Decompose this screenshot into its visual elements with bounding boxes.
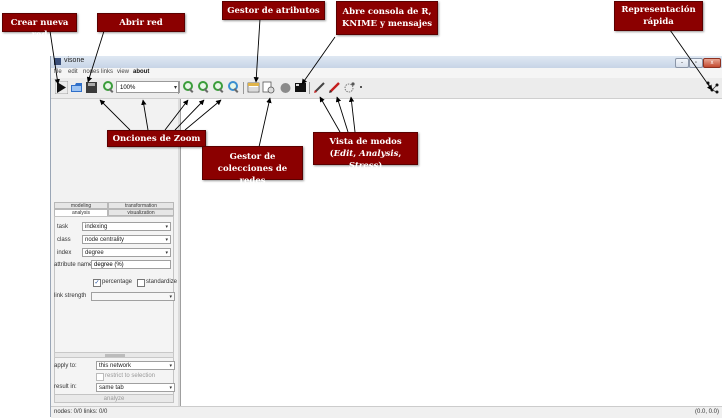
callout-gestor-colecciones: Gestor de colecciones de redes bbox=[202, 146, 303, 186]
tab-modeling[interactable]: modeling bbox=[54, 202, 108, 209]
percentage-label: percentage bbox=[102, 279, 133, 285]
callout-consola-line1: Abre consola de R, bbox=[342, 7, 432, 17]
apply-to-select[interactable]: this network ▾ bbox=[96, 361, 175, 370]
zoom-icon[interactable] bbox=[103, 81, 114, 93]
toolbar: 100% ▾ bbox=[51, 78, 722, 99]
standardize-checkbox[interactable] bbox=[137, 279, 145, 287]
toolbar-divider bbox=[309, 82, 310, 94]
edit-mode-icon[interactable] bbox=[313, 81, 326, 94]
result-in-label: result in: bbox=[54, 384, 77, 390]
apply-to-label: apply to: bbox=[54, 363, 77, 369]
callout-colecciones-line2: colecciones de redes bbox=[217, 164, 288, 186]
toolbar-divider bbox=[243, 82, 244, 94]
restrict-label: restrict to selection bbox=[105, 373, 156, 379]
link-strength-label: link strength bbox=[54, 293, 87, 299]
attribute-manager-icon[interactable] bbox=[247, 81, 260, 94]
menu-bar: file edit nodes links view about bbox=[51, 68, 722, 78]
menu-edit[interactable]: edit bbox=[68, 69, 78, 75]
zoom-out-icon[interactable] bbox=[198, 81, 209, 93]
callout-crear-nueva-red: Crear nueva red bbox=[2, 13, 77, 40]
callout-representacion-line1: Representación bbox=[621, 5, 696, 15]
scrollbar-thumb[interactable] bbox=[105, 354, 125, 357]
chevron-down-icon: ▾ bbox=[165, 224, 168, 230]
restrict-checkbox[interactable] bbox=[96, 373, 104, 381]
quick-layout-icon[interactable] bbox=[706, 81, 719, 94]
callout-modos-suffix: ) bbox=[378, 161, 383, 171]
callout-gestor-atributos: Gestor de atributos bbox=[222, 1, 325, 20]
toolbar-overflow-dot bbox=[360, 86, 362, 88]
index-label: index bbox=[57, 250, 72, 256]
zoom-level-select[interactable]: 100% ▾ bbox=[116, 81, 180, 93]
task-label: task bbox=[57, 224, 69, 230]
callout-abrir-red: Abrir red bbox=[97, 13, 185, 32]
standardize-label: standardize bbox=[146, 279, 178, 285]
attribute-name-field[interactable]: degree (%) bbox=[91, 260, 171, 269]
zoom-in-icon[interactable] bbox=[183, 81, 194, 93]
result-in-select[interactable]: same tab ▾ bbox=[96, 383, 175, 392]
index-value: degree bbox=[85, 250, 104, 256]
menu-about[interactable]: about bbox=[133, 69, 149, 75]
chevron-down-icon: ▾ bbox=[173, 85, 177, 91]
callout-opciones-zoom: Onciones de Zoom bbox=[107, 130, 206, 147]
menu-links[interactable]: links bbox=[101, 69, 113, 75]
menu-nodes[interactable]: nodes bbox=[83, 69, 99, 75]
chevron-down-icon: ▾ bbox=[165, 250, 168, 256]
class-select[interactable]: node centrality ▾ bbox=[82, 235, 171, 244]
analyze-button[interactable]: analyze bbox=[54, 394, 174, 403]
apply-to-value: this network bbox=[99, 363, 132, 369]
chevron-down-icon: ▾ bbox=[169, 363, 172, 369]
toolbar-divider bbox=[178, 82, 179, 94]
save-icon[interactable] bbox=[85, 81, 98, 94]
open-network-icon[interactable] bbox=[70, 81, 83, 94]
tab-analysis[interactable]: analysis bbox=[54, 209, 108, 216]
app-icon bbox=[54, 58, 61, 65]
status-coordinates: (0.0, 0.0) bbox=[695, 409, 720, 415]
status-bar: nodes: 0/0 links: 0/0 (0.0, 0.0) bbox=[51, 406, 722, 418]
class-value: node centrality bbox=[85, 237, 125, 243]
zoom-fit-icon[interactable] bbox=[213, 81, 224, 93]
result-in-value: same tab bbox=[99, 385, 124, 391]
callout-consola-line2: KNIME y mensajes bbox=[341, 19, 433, 29]
tab-visualization[interactable]: visualization bbox=[108, 209, 174, 216]
close-button[interactable]: x bbox=[703, 58, 721, 68]
status-counts: nodes: 0/0 links: 0/0 bbox=[54, 409, 108, 415]
task-value: indexing bbox=[85, 224, 108, 230]
analysis-mode-icon[interactable] bbox=[328, 81, 341, 94]
callout-modos-sep2: , bbox=[398, 149, 402, 159]
callout-modos-edit: Edit bbox=[333, 149, 354, 159]
callout-modos-analysis: Analysis bbox=[359, 149, 399, 159]
link-strength-select[interactable]: ▾ bbox=[91, 292, 175, 301]
tab-transformation[interactable]: transformation bbox=[108, 202, 174, 209]
callout-colecciones-line1: Gestor de bbox=[229, 152, 276, 162]
callout-consola: Abre consola de R, KNIME y mensajes bbox=[336, 1, 438, 35]
network-collection-icon[interactable] bbox=[262, 81, 275, 94]
minimize-button[interactable]: - bbox=[675, 58, 689, 68]
callout-modos-stress: Stress bbox=[348, 161, 379, 171]
r-console-icon[interactable] bbox=[279, 81, 292, 94]
horizontal-scrollbar[interactable] bbox=[54, 352, 174, 358]
callout-vista-modos: Vista de modos (Edit, Analysis, Stress) bbox=[313, 132, 418, 171]
class-label: class bbox=[57, 237, 71, 243]
zoom-area-icon[interactable] bbox=[228, 81, 239, 93]
callout-representacion-line2: rápida bbox=[643, 17, 674, 27]
menu-file[interactable]: file bbox=[54, 69, 62, 75]
callout-representacion-rapida: Representación rápida bbox=[614, 1, 703, 31]
visone-window: visone - ▫ x file edit nodes links view … bbox=[50, 56, 722, 418]
title-bar: visone - ▫ x bbox=[51, 56, 722, 68]
percentage-checkbox[interactable]: ✓ bbox=[93, 279, 101, 287]
zoom-level-value: 100% bbox=[120, 85, 136, 91]
chevron-down-icon: ▾ bbox=[165, 237, 168, 243]
maximize-button[interactable]: ▫ bbox=[689, 58, 703, 68]
chevron-down-icon: ▾ bbox=[169, 294, 172, 300]
chevron-down-icon: ▾ bbox=[169, 385, 172, 391]
attribute-name-label: attribute name bbox=[54, 262, 93, 268]
index-select[interactable]: degree ▾ bbox=[82, 248, 171, 257]
terminal-icon[interactable] bbox=[294, 81, 307, 94]
window-title: visone bbox=[64, 57, 85, 64]
menu-view[interactable]: view bbox=[117, 69, 129, 75]
new-network-icon[interactable] bbox=[54, 80, 69, 95]
stress-mode-icon[interactable] bbox=[343, 81, 356, 94]
task-select[interactable]: indexing ▾ bbox=[82, 222, 171, 231]
